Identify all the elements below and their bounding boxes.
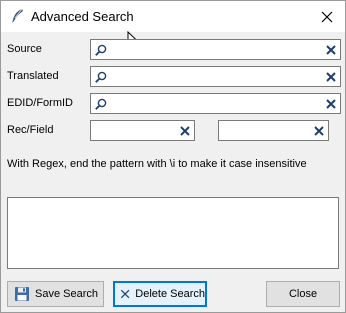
regex-hint: With Regex, end the pattern with \i to m… xyxy=(7,158,307,170)
clear-edid-icon[interactable] xyxy=(325,98,337,110)
save-search-label: Save Search xyxy=(35,288,98,300)
advanced-search-dialog: Advanced Search Source Translated EDID/F xyxy=(0,0,346,313)
save-icon xyxy=(15,287,29,301)
delete-search-button[interactable]: Delete Search xyxy=(113,281,207,307)
edid-label: EDID/FormID xyxy=(7,97,73,109)
magnifier-icon xyxy=(95,71,107,83)
rec-field[interactable] xyxy=(90,120,195,141)
close-icon xyxy=(321,11,333,23)
clear-field-icon[interactable] xyxy=(313,125,325,137)
translated-label: Translated xyxy=(7,70,59,82)
recfield-label: Rec/Field xyxy=(7,124,54,136)
results-box[interactable] xyxy=(7,197,339,269)
close-window-button[interactable] xyxy=(315,6,339,28)
title-bar[interactable]: Advanced Search xyxy=(1,1,345,32)
save-search-button[interactable]: Save Search xyxy=(7,281,104,307)
clear-source-icon[interactable] xyxy=(325,44,337,56)
close-button[interactable]: Close xyxy=(266,281,340,307)
translated-field[interactable] xyxy=(90,66,341,87)
clear-translated-icon[interactable] xyxy=(325,71,337,83)
delete-x-icon xyxy=(120,289,130,299)
delete-search-label: Delete Search xyxy=(135,288,205,300)
field-field[interactable] xyxy=(218,120,329,141)
edid-field[interactable] xyxy=(90,93,341,114)
source-field[interactable] xyxy=(90,39,341,60)
magnifier-icon xyxy=(95,44,107,56)
magnifier-icon xyxy=(95,98,107,110)
close-button-label: Close xyxy=(288,288,318,300)
clear-rec-icon[interactable] xyxy=(179,125,191,137)
window-title: Advanced Search xyxy=(31,9,134,24)
source-label: Source xyxy=(7,43,42,55)
quill-icon xyxy=(12,8,23,23)
